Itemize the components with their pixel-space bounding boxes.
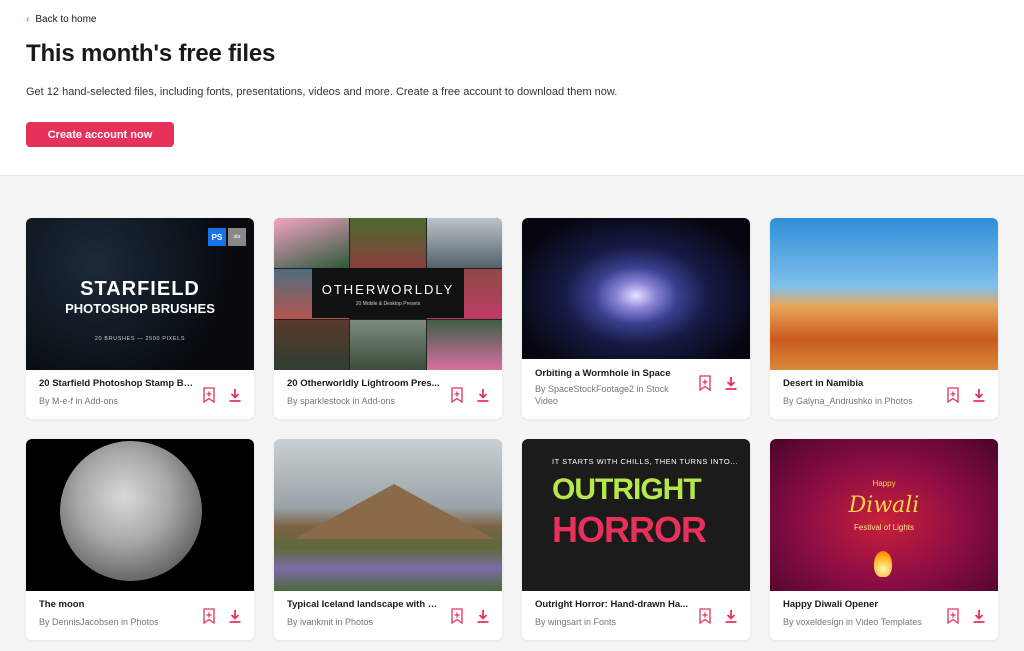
file-card[interactable]: The moon By DennisJacobsen in Photos: [26, 439, 254, 640]
bookmark-add-icon[interactable]: [450, 387, 464, 403]
download-icon[interactable]: [228, 608, 242, 624]
bookmark-add-icon[interactable]: [450, 608, 464, 624]
file-thumbnail[interactable]: [26, 439, 254, 591]
file-title[interactable]: 20 Otherworldly Lightroom Pres...: [287, 378, 442, 389]
download-icon[interactable]: [972, 387, 986, 403]
download-icon[interactable]: [972, 608, 986, 624]
file-author: By Galyna_Andrushko in Photos: [783, 396, 913, 406]
moon-image: [60, 441, 202, 581]
file-thumbnail[interactable]: Happy Diwali Festival of Lights: [770, 439, 998, 591]
download-icon[interactable]: [724, 375, 738, 391]
bookmark-add-icon[interactable]: [946, 387, 960, 403]
photoshop-badge: PS: [208, 228, 226, 246]
download-icon[interactable]: [476, 608, 490, 624]
thumb-headline: OUTRIGHT: [552, 473, 702, 506]
file-author: By DennisJacobsen in Photos: [39, 617, 159, 627]
file-title[interactable]: Desert in Namibia: [783, 378, 938, 389]
file-author: By M-e-f in Add-ons: [39, 396, 119, 406]
bookmark-add-icon[interactable]: [698, 608, 712, 624]
page-subtitle: Get 12 hand-selected files, including fo…: [26, 86, 618, 98]
download-icon[interactable]: [228, 387, 242, 403]
file-card[interactable]: Orbiting a Wormhole in Space By SpaceSto…: [522, 218, 750, 419]
file-title[interactable]: Happy Diwali Opener: [783, 599, 938, 610]
file-thumbnail[interactable]: [522, 218, 750, 359]
lamp-flame: [874, 551, 892, 577]
create-account-button[interactable]: Create account now: [26, 122, 174, 147]
thumb-caption: Happy: [872, 479, 896, 488]
thumb-caption: 20 BRUSHES — 2500 PIXELS: [94, 336, 186, 342]
file-thumbnail[interactable]: PS abr STARFIELD PHOTOSHOP BRUSHES 20 BR…: [26, 218, 254, 370]
file-author: By sparklestock in Add-ons: [287, 396, 396, 406]
page-title: This month's free files: [26, 40, 276, 67]
file-title[interactable]: The moon: [39, 599, 194, 610]
file-title[interactable]: 20 Starfield Photoshop Stamp Br...: [39, 378, 194, 389]
file-thumbnail[interactable]: [770, 218, 998, 370]
thumb-subheadline: PHOTOSHOP BRUSHES: [65, 301, 215, 316]
thumb-caption: 20 Mobile & Desktop Presets: [355, 301, 421, 307]
file-author: By voxeldesign in Video Templates: [783, 617, 922, 627]
thumb-headline: STARFIELD: [80, 278, 200, 300]
thumb-headline: Diwali: [848, 493, 920, 518]
bookmark-add-icon[interactable]: [202, 387, 216, 403]
file-card[interactable]: IT STARTS WITH CHILLS, THEN TURNS INTO..…: [522, 439, 750, 640]
thumb-subheadline: Festival of Lights: [853, 523, 915, 532]
file-card[interactable]: PS abr STARFIELD PHOTOSHOP BRUSHES 20 BR…: [26, 218, 254, 419]
file-card[interactable]: OTHERWORLDLY 20 Mobile & Desktop Presets…: [274, 218, 502, 419]
file-author: By ivankmit in Photos: [287, 617, 374, 627]
file-title[interactable]: Typical Iceland landscape with m...: [287, 599, 442, 610]
file-author: By wingsart in Fonts: [535, 617, 617, 627]
file-thumbnail[interactable]: IT STARTS WITH CHILLS, THEN TURNS INTO..…: [522, 439, 750, 591]
back-to-home-link[interactable]: ‹ Back to home: [26, 14, 97, 25]
abr-badge: abr: [228, 228, 246, 246]
file-author: By SpaceStockFootage2 in Stock Video: [535, 384, 669, 406]
file-card[interactable]: Happy Diwali Festival of Lights Happy Di…: [770, 439, 998, 640]
thumb-label: OTHERWORLDLY 20 Mobile & Desktop Presets: [312, 268, 464, 318]
file-title[interactable]: Orbiting a Wormhole in Space: [535, 368, 690, 379]
mountain-shape: [294, 484, 494, 539]
download-icon[interactable]: [476, 387, 490, 403]
thumb-caption: IT STARTS WITH CHILLS, THEN TURNS INTO..…: [552, 457, 738, 466]
back-link-label: Back to home: [35, 14, 97, 25]
bookmark-add-icon[interactable]: [946, 608, 960, 624]
file-card[interactable]: Desert in Namibia By Galyna_Andrushko in…: [770, 218, 998, 419]
file-thumbnail[interactable]: OTHERWORLDLY 20 Mobile & Desktop Presets: [274, 218, 502, 370]
page-header: ‹ Back to home This month's free files G…: [0, 0, 1024, 176]
file-card[interactable]: Typical Iceland landscape with m... By i…: [274, 439, 502, 640]
thumb-subheadline: HORROR: [552, 509, 707, 550]
bookmark-add-icon[interactable]: [698, 375, 712, 391]
bookmark-add-icon[interactable]: [202, 608, 216, 624]
thumb-headline: OTHERWORLDLY: [321, 282, 455, 297]
free-files-grid: PS abr STARFIELD PHOTOSHOP BRUSHES 20 BR…: [26, 218, 999, 640]
file-title[interactable]: Outright Horror: Hand-drawn Ha...: [535, 599, 690, 610]
chevron-left-icon: ‹: [26, 14, 30, 25]
download-icon[interactable]: [724, 608, 738, 624]
file-thumbnail[interactable]: [274, 439, 502, 591]
